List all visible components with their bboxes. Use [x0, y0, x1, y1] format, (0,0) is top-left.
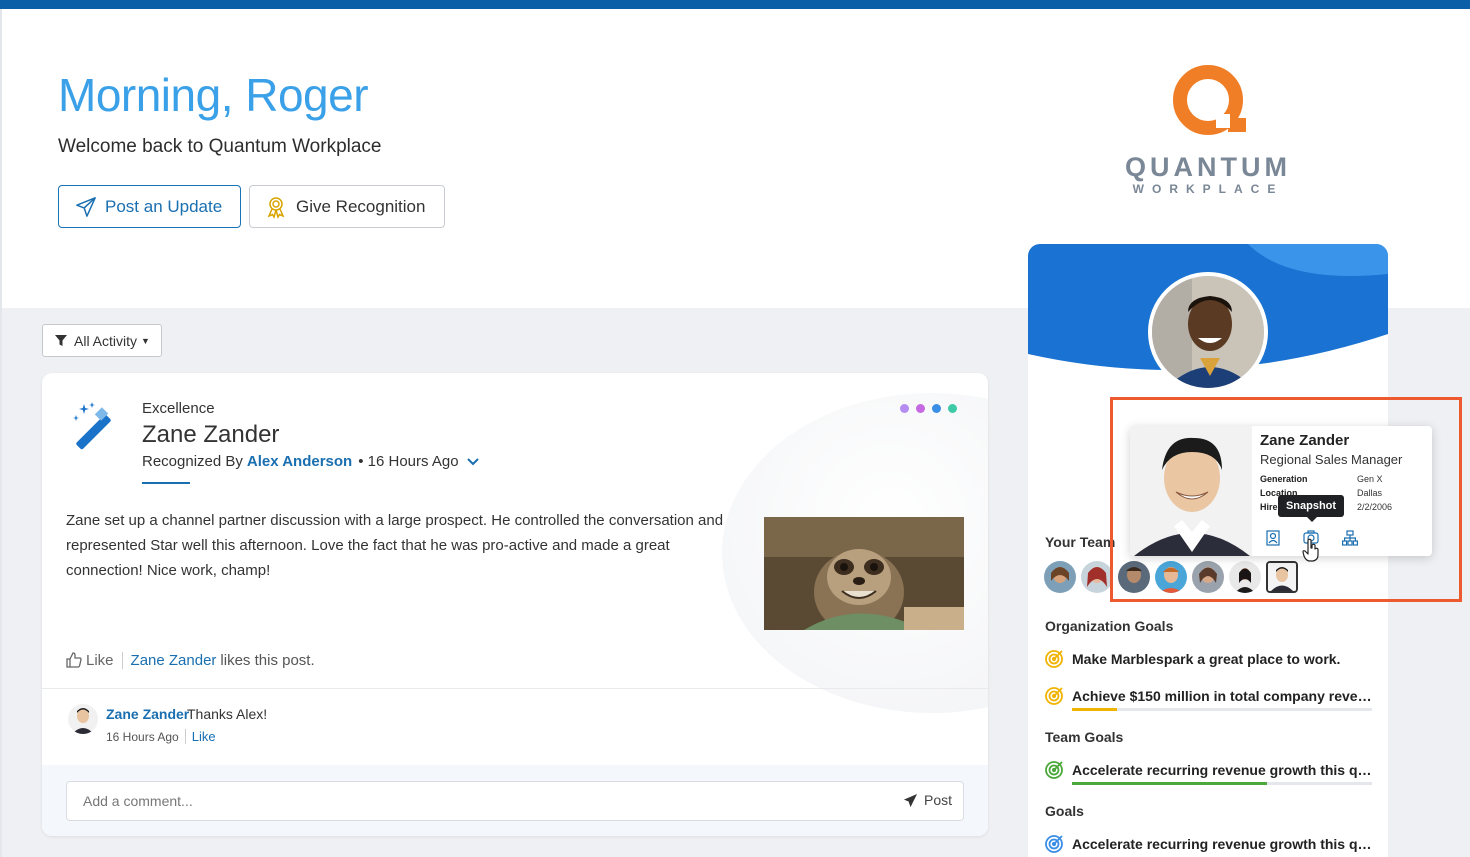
award-ribbon-icon	[267, 196, 285, 219]
comment-like-button[interactable]: Like	[184, 729, 216, 744]
popup-field-label: Generation	[1260, 474, 1308, 484]
thumbs-up-icon	[66, 652, 82, 668]
logo-word-quantum: QUANTUM	[1125, 152, 1291, 182]
activity-filter-dropdown[interactable]: All Activity ▼	[42, 324, 162, 357]
popup-profile-photo	[1130, 426, 1252, 556]
recognition-category: Excellence	[142, 400, 215, 417]
comment-timestamp: 16 Hours Ago	[106, 729, 179, 744]
popup-field-value: Gen X	[1357, 474, 1383, 484]
comment-text: Thanks Alex!	[187, 706, 268, 722]
goal-target-icon	[1045, 650, 1063, 668]
quantum-workplace-logo: QUANTUM WORKPLACE	[1120, 62, 1296, 202]
goal-progress-bar	[1072, 782, 1372, 785]
recognition-post-card: Excellence Zane Zander Recognized By Ale…	[42, 373, 988, 836]
caret-down-icon: ▼	[141, 335, 150, 346]
recognized-by-prefix: Recognized By	[142, 453, 243, 470]
popup-action-icons	[1260, 528, 1432, 552]
post-comment-label: Post	[923, 792, 952, 808]
team-goal-text: Accelerate recurring revenue growth this…	[1072, 762, 1374, 778]
popup-name: Zane Zander	[1260, 432, 1350, 449]
org-goal-text: Achieve $150 million in total company re…	[1072, 688, 1374, 704]
popup-field-value: Dallas	[1357, 488, 1383, 498]
profile-avatar[interactable]	[1148, 272, 1268, 392]
org-goal-item[interactable]: Achieve $150 million in total company re…	[1044, 682, 1374, 711]
comment-item: Zane Zander Thanks Alex! 16 Hours Ago Li…	[68, 704, 668, 754]
page-title: Morning, Roger	[58, 69, 369, 121]
post-comment-button[interactable]: Post	[903, 792, 952, 808]
team-goals-label: Team Goals	[1045, 729, 1124, 745]
post-body: Zane set up a channel partner discussion…	[66, 512, 724, 579]
popup-job-title: Regional Sales Manager	[1260, 452, 1403, 467]
goal-progress-fill	[1072, 782, 1267, 785]
team-member-avatar[interactable]	[1081, 561, 1113, 593]
chevron-down-icon[interactable]	[466, 455, 479, 469]
goal-text: Accelerate recurring revenue growth this…	[1072, 836, 1374, 852]
like-button[interactable]: Like	[66, 651, 123, 669]
top-accent-bar	[0, 0, 1470, 9]
post-update-button[interactable]: Post an Update	[58, 185, 241, 228]
dot-icon	[900, 404, 909, 413]
goals-label: Goals	[1045, 803, 1084, 819]
hand-cursor-icon	[1302, 538, 1319, 562]
like-row: Like Zane Zander likes this post.	[66, 648, 315, 672]
goal-target-icon	[1045, 687, 1063, 705]
recognition-underline	[142, 482, 190, 484]
recognized-by-line: Recognized By Alex Anderson • 16 Hours A…	[142, 453, 479, 470]
filter-funnel-icon	[55, 334, 67, 346]
team-member-avatar[interactable]	[1044, 561, 1076, 593]
welcome-subtitle: Welcome back to Quantum Workplace	[58, 136, 382, 157]
like-label: Like	[86, 651, 114, 669]
send-icon	[903, 793, 918, 807]
goal-target-icon	[1045, 835, 1063, 853]
goal-progress-bar	[1072, 708, 1372, 711]
snapshot-tooltip: Snapshot	[1278, 495, 1344, 522]
dot-icon	[916, 404, 925, 413]
recognition-recipient: Zane Zander	[142, 421, 280, 448]
logo-word-workplace: WORKPLACE	[1132, 182, 1284, 196]
liker-name-link[interactable]: Zane Zander	[131, 652, 217, 669]
logo-ring-icon	[1173, 65, 1246, 135]
profile-hover-popup: Zane Zander Regional Sales Manager Gener…	[1130, 426, 1432, 556]
goal-target-icon	[1045, 761, 1063, 779]
recognizer-link[interactable]: Alex Anderson	[247, 453, 352, 470]
dot-icon	[932, 404, 941, 413]
give-recognition-button[interactable]: Give Recognition	[249, 185, 445, 228]
popup-field-label: Hire	[1260, 502, 1278, 512]
goal-item[interactable]: Accelerate recurring revenue growth this…	[1044, 830, 1374, 857]
comment-input[interactable]: Add a comment...	[66, 781, 964, 821]
more-options-dots[interactable]	[900, 404, 957, 413]
profile-card-icon[interactable]	[1266, 530, 1280, 546]
goal-progress-fill	[1072, 708, 1117, 711]
post-timestamp: • 16 Hours Ago	[358, 453, 459, 470]
post-update-label: Post an Update	[105, 196, 223, 216]
likes-suffix: likes this post.	[220, 651, 315, 669]
commenter-name-link[interactable]: Zane Zander	[106, 706, 189, 722]
magic-wand-icon	[73, 402, 111, 450]
comment-meta: 16 Hours Ago Like	[106, 729, 216, 744]
commenter-avatar[interactable]	[68, 704, 98, 734]
organization-goals-label: Organization Goals	[1045, 618, 1174, 634]
org-chart-icon[interactable]	[1342, 530, 1358, 546]
filter-label: All Activity	[74, 332, 138, 349]
your-team-label: Your Team	[1045, 534, 1116, 550]
give-recognition-label: Give Recognition	[296, 196, 426, 216]
post-gif-image	[764, 517, 964, 630]
comments-divider	[42, 688, 988, 689]
org-goal-text: Make Marblespark a great place to work.	[1072, 651, 1341, 667]
comment-composer: Add a comment... Post	[42, 765, 988, 836]
dot-icon	[948, 404, 957, 413]
paper-plane-icon	[76, 196, 96, 217]
popup-field-value: 2/2/2006	[1357, 502, 1393, 512]
org-goal-item[interactable]: Make Marblespark a great place to work.	[1044, 645, 1374, 673]
team-goal-item[interactable]: Accelerate recurring revenue growth this…	[1044, 756, 1374, 785]
